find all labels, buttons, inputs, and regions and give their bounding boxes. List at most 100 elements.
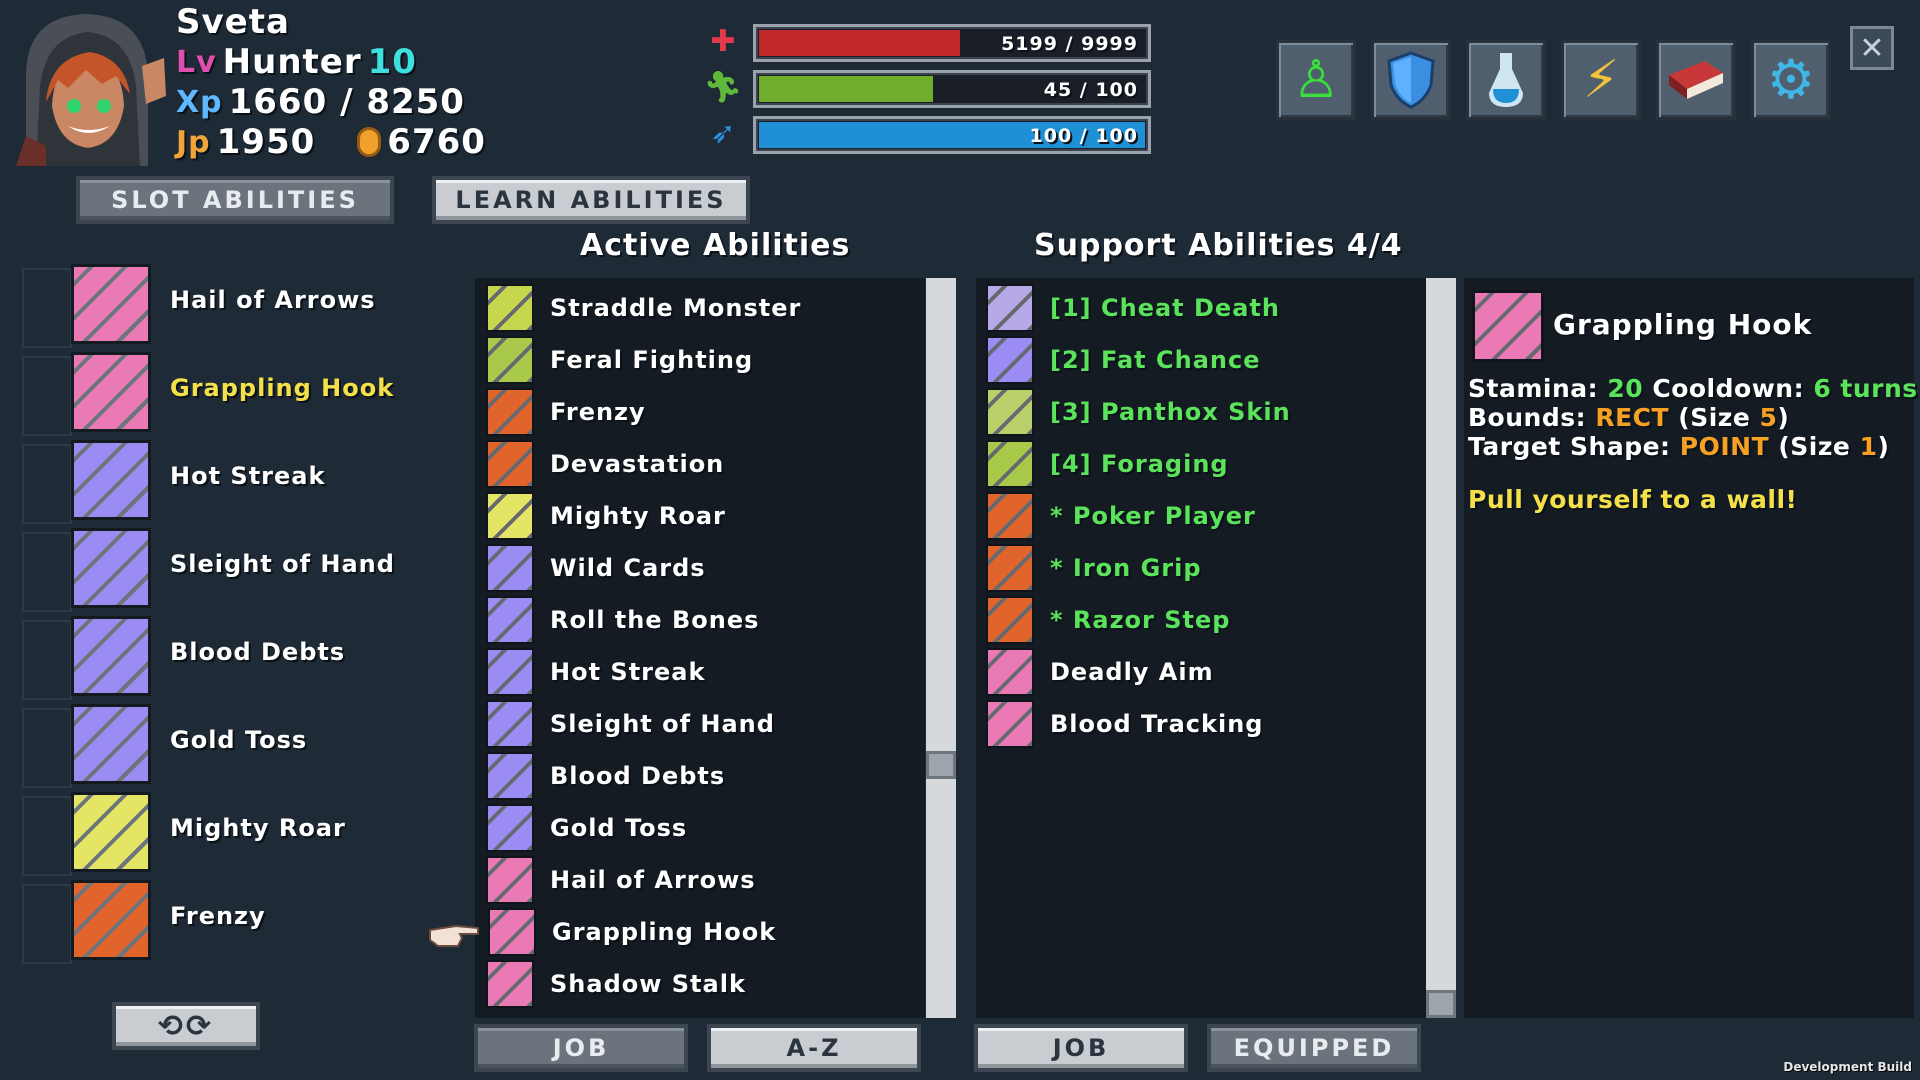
support-ability-label[interactable]: [4] Foraging xyxy=(1050,450,1229,478)
support-ability-label[interactable]: [2] Fat Chance xyxy=(1050,346,1261,374)
active-ability-label[interactable]: Mighty Roar xyxy=(550,502,726,530)
character-portrait xyxy=(6,6,168,166)
support-abilities-heading: Support Abilities 4/4 xyxy=(1034,228,1403,263)
slotted-ability-label[interactable]: Blood Debts xyxy=(170,638,345,666)
mana-bar: 100 / 100 xyxy=(753,116,1151,154)
active-sort-job-button[interactable]: JOB xyxy=(474,1024,688,1072)
learn-abilities-tab[interactable]: LEARN ABILITIES xyxy=(432,176,750,224)
stamina-label: Stamina: xyxy=(1468,374,1599,403)
stamina-fill xyxy=(759,76,933,102)
support-ability-label[interactable]: Deadly Aim xyxy=(1050,658,1214,686)
character-name: Sveta xyxy=(176,2,290,42)
active-ability-label[interactable]: Shadow Stalk xyxy=(550,970,746,998)
settings-menu-button[interactable]: ⚙ xyxy=(1751,40,1831,120)
close-icon: ✕ xyxy=(1859,30,1885,66)
detail-stats: Stamina: 20 Cooldown: 6 turns Bounds: RE… xyxy=(1468,374,1918,514)
ability-icon xyxy=(986,544,1034,592)
cooldown-value: 6 turns xyxy=(1813,374,1918,403)
slot-frame xyxy=(22,268,72,348)
active-sort-az-button[interactable]: A-Z xyxy=(707,1024,921,1072)
potion-icon xyxy=(1489,53,1523,107)
gold-value: 6760 xyxy=(387,122,486,162)
detail-target-line: Target Shape: POINT (Size 1) xyxy=(1468,432,1918,461)
jp-row: Jp 1950 6760 xyxy=(176,122,486,162)
ability-icon xyxy=(486,596,534,644)
detail-ability-icon xyxy=(1472,290,1544,362)
support-ability-label[interactable]: * Iron Grip xyxy=(1050,554,1202,582)
active-ability-label[interactable]: Hot Streak xyxy=(550,658,705,686)
support-ability-label[interactable]: [3] Panthox Skin xyxy=(1050,398,1291,426)
support-scrollbar[interactable] xyxy=(1426,278,1456,1018)
slotted-ability-label[interactable]: Hail of Arrows xyxy=(170,286,376,314)
character-icon: ♙ xyxy=(1292,50,1340,110)
ability-icon xyxy=(486,752,534,800)
slotted-ability-label[interactable]: Hot Streak xyxy=(170,462,325,490)
active-scroll-thumb[interactable] xyxy=(926,751,956,779)
active-scrollbar[interactable] xyxy=(926,278,956,1018)
job-level: 10 xyxy=(367,42,417,82)
journal-menu-button[interactable] xyxy=(1656,40,1736,120)
support-ability-label[interactable]: Blood Tracking xyxy=(1050,710,1263,738)
bounds-label: Bounds: xyxy=(1468,403,1587,432)
active-ability-label[interactable]: Straddle Monster xyxy=(550,294,801,322)
abilities-menu-button[interactable]: ⚡ xyxy=(1561,40,1641,120)
support-ability-label[interactable]: * Razor Step xyxy=(1050,606,1230,634)
ability-icon xyxy=(986,336,1034,384)
active-ability-label[interactable]: Gold Toss xyxy=(550,814,687,842)
active-ability-label[interactable]: Devastation xyxy=(550,450,724,478)
character-menu-button[interactable]: ♙ xyxy=(1276,40,1356,120)
level-tag: Lv xyxy=(176,44,217,80)
target-label: Target Shape: xyxy=(1468,432,1671,461)
active-ability-label[interactable]: Roll the Bones xyxy=(550,606,759,634)
ability-icon xyxy=(71,704,151,784)
stamina-bar: 45 / 100 xyxy=(753,70,1151,108)
active-ability-label[interactable]: Sleight of Hand xyxy=(550,710,775,738)
shield-icon xyxy=(1387,51,1435,109)
support-sort-equipped-button[interactable]: EQUIPPED xyxy=(1207,1024,1421,1072)
support-ability-label[interactable]: * Poker Player xyxy=(1050,502,1256,530)
active-ability-label[interactable]: Grappling Hook xyxy=(552,918,776,946)
items-menu-button[interactable] xyxy=(1466,40,1546,120)
slot-frame xyxy=(22,884,72,964)
slot-frame xyxy=(22,708,72,788)
active-ability-label[interactable]: Hail of Arrows xyxy=(550,866,756,894)
ability-icon xyxy=(486,960,534,1008)
active-ability-label[interactable]: Feral Fighting xyxy=(550,346,753,374)
ability-icon xyxy=(486,544,534,592)
support-ability-label[interactable]: [1] Cheat Death xyxy=(1050,294,1280,322)
slot-abilities-tab[interactable]: SLOT ABILITIES xyxy=(76,176,394,224)
support-sort-job-button[interactable]: JOB xyxy=(974,1024,1188,1072)
ability-icon xyxy=(71,440,151,520)
ability-icon xyxy=(486,440,534,488)
slot-frame xyxy=(22,356,72,436)
xp-row: Xp 1660 / 8250 xyxy=(176,82,465,122)
ability-icon xyxy=(486,388,534,436)
slotted-ability-label[interactable]: Grappling Hook xyxy=(170,374,394,402)
cooldown-label: Cooldown: xyxy=(1652,374,1805,403)
active-ability-label[interactable]: Blood Debts xyxy=(550,762,725,790)
feather-icon: ➶ xyxy=(710,115,736,151)
equipment-menu-button[interactable] xyxy=(1371,40,1451,120)
rotate-slots-button[interactable]: ⟲⟳ xyxy=(112,1002,260,1050)
slotted-ability-label[interactable]: Mighty Roar xyxy=(170,814,346,842)
job-name: Hunter xyxy=(222,42,362,82)
slotted-ability-label[interactable]: Frenzy xyxy=(170,902,266,930)
slotted-ability-label[interactable]: Sleight of Hand xyxy=(170,550,395,578)
hp-bar: 5199 / 9999 xyxy=(753,24,1151,62)
slotted-ability-label[interactable]: Gold Toss xyxy=(170,726,307,754)
ability-icon xyxy=(986,648,1034,696)
ability-icon xyxy=(486,700,534,748)
ability-icon xyxy=(486,336,534,384)
ability-icon xyxy=(486,284,534,332)
pointer-hand-icon xyxy=(428,920,480,950)
close-button[interactable]: ✕ xyxy=(1850,26,1894,70)
jp-value: 1950 xyxy=(216,122,316,162)
ability-icon xyxy=(71,792,151,872)
active-ability-label[interactable]: Wild Cards xyxy=(550,554,706,582)
support-scroll-thumb[interactable] xyxy=(1426,990,1456,1018)
ability-icon xyxy=(986,492,1034,540)
bounds-size: 5 xyxy=(1759,403,1778,432)
ability-icon xyxy=(71,528,151,608)
ability-icon xyxy=(486,804,534,852)
active-ability-label[interactable]: Frenzy xyxy=(550,398,646,426)
